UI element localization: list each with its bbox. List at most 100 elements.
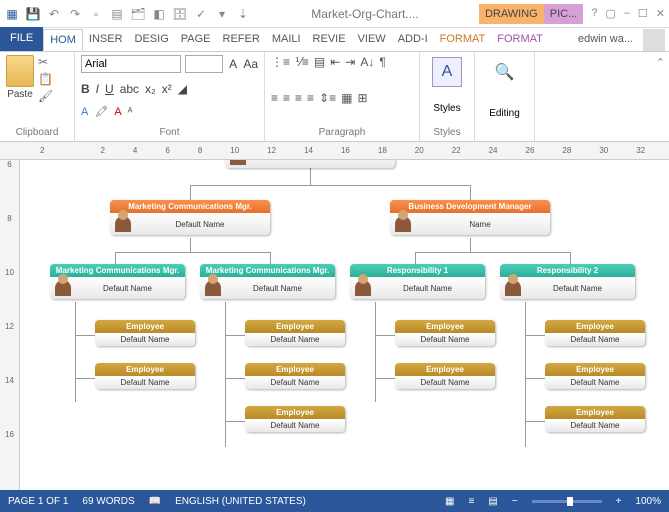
page-layout-tab[interactable]: PAGE bbox=[175, 29, 217, 51]
font-name-input[interactable] bbox=[81, 55, 181, 73]
horizontal-ruler[interactable]: 224681012141618202224262830323436384042 bbox=[0, 142, 669, 160]
org-node[interactable]: Marketing Communications Mgr. Default Na… bbox=[50, 264, 185, 299]
format-painter-icon[interactable]: 🖌 bbox=[38, 89, 53, 103]
bullets-icon[interactable]: ⋮≡ bbox=[271, 55, 290, 69]
sort-icon[interactable]: A↓ bbox=[360, 55, 374, 69]
cut-icon[interactable]: ✂ bbox=[38, 55, 53, 69]
text-effects-icon[interactable]: A bbox=[81, 106, 88, 118]
align-right-icon[interactable]: ≡ bbox=[295, 91, 302, 105]
font-size-input[interactable] bbox=[185, 55, 223, 73]
qat-icon[interactable]: 🗂 bbox=[130, 6, 146, 22]
numbering-icon[interactable]: ⅟≡ bbox=[295, 55, 309, 69]
maximize-icon[interactable]: ☐ bbox=[638, 7, 648, 20]
save-icon[interactable]: 💾 bbox=[25, 6, 41, 22]
qat-more-icon[interactable]: ⇣ bbox=[235, 6, 251, 22]
web-layout-icon[interactable]: ▤ bbox=[488, 496, 497, 507]
shrink-font-icon[interactable]: ᴬ bbox=[128, 106, 133, 118]
underline-button[interactable]: U bbox=[105, 82, 114, 96]
ribbon-options-icon[interactable]: ▢ bbox=[605, 7, 615, 20]
collapse-ribbon-icon[interactable]: ⌃ bbox=[535, 52, 669, 141]
mailings-tab[interactable]: MAILI bbox=[266, 29, 307, 51]
file-tab[interactable]: FILE bbox=[0, 27, 43, 51]
superscript-button[interactable]: x² bbox=[162, 82, 172, 96]
document-page[interactable]: Default Name Marketing Communications Mg… bbox=[20, 160, 669, 490]
zoom-in-icon[interactable]: + bbox=[616, 496, 622, 507]
org-node-employee[interactable]: Employee Default Name bbox=[395, 363, 495, 389]
review-tab[interactable]: REVIE bbox=[307, 29, 352, 51]
org-node-employee[interactable]: Employee Default Name bbox=[245, 363, 345, 389]
org-node-employee[interactable]: Employee Default Name bbox=[545, 363, 645, 389]
design-tab[interactable]: DESIG bbox=[129, 29, 175, 51]
format-drawing-tab[interactable]: FORMAT bbox=[434, 29, 492, 51]
org-node-top[interactable]: Default Name bbox=[225, 160, 395, 168]
close-icon[interactable]: ✕ bbox=[656, 7, 665, 20]
qat-icon[interactable]: 🗄 bbox=[172, 6, 188, 22]
page-count[interactable]: PAGE 1 OF 1 bbox=[8, 496, 68, 507]
zoom-slider[interactable] bbox=[532, 500, 602, 503]
insert-tab[interactable]: INSER bbox=[83, 29, 129, 51]
paste-button[interactable]: Paste bbox=[6, 55, 34, 103]
references-tab[interactable]: REFER bbox=[217, 29, 266, 51]
qat-icon[interactable]: ◧ bbox=[151, 6, 167, 22]
org-node-employee[interactable]: Employee Default Name bbox=[245, 406, 345, 432]
org-node-employee[interactable]: Employee Default Name bbox=[245, 320, 345, 346]
user-avatar[interactable] bbox=[643, 29, 665, 51]
justify-icon[interactable]: ≡ bbox=[307, 91, 314, 105]
qat-icon[interactable]: ▫ bbox=[88, 6, 104, 22]
align-center-icon[interactable]: ≡ bbox=[283, 91, 290, 105]
undo-icon[interactable]: ↶ bbox=[46, 6, 62, 22]
borders-icon[interactable]: ⊞ bbox=[357, 91, 367, 105]
increase-indent-icon[interactable]: ⇥ bbox=[345, 55, 355, 69]
grow-font-icon[interactable]: A bbox=[227, 55, 239, 73]
addins-tab[interactable]: ADD-I bbox=[392, 29, 434, 51]
home-tab[interactable]: HOM bbox=[43, 29, 83, 51]
word-count[interactable]: 69 WORDS bbox=[82, 496, 134, 507]
picture-tools-tab[interactable]: PIC... bbox=[544, 4, 584, 24]
line-spacing-icon[interactable]: ⇕≡ bbox=[319, 91, 336, 105]
zoom-level[interactable]: 100% bbox=[635, 496, 661, 507]
print-layout-icon[interactable]: ≡ bbox=[468, 496, 474, 507]
org-node[interactable]: Responsibility 2 Default Name bbox=[500, 264, 635, 299]
org-node-employee[interactable]: Employee Default Name bbox=[545, 406, 645, 432]
highlight-icon[interactable]: 🖍 bbox=[94, 105, 108, 118]
org-node-employee[interactable]: Employee Default Name bbox=[95, 363, 195, 389]
vertical-ruler[interactable]: 6810121416 bbox=[0, 160, 20, 490]
clear-format-icon[interactable]: ◢ bbox=[178, 82, 187, 96]
drawing-tools-tab[interactable]: DRAWING bbox=[479, 4, 544, 24]
italic-button[interactable]: I bbox=[96, 82, 99, 96]
bold-button[interactable]: B bbox=[81, 82, 90, 96]
org-node-employee[interactable]: Employee Default Name bbox=[395, 320, 495, 346]
read-mode-icon[interactable]: ▦ bbox=[445, 496, 454, 507]
org-node[interactable]: Marketing Communications Mgr. Default Na… bbox=[110, 200, 270, 235]
qat-icon[interactable]: ✓ bbox=[193, 6, 209, 22]
shading-icon[interactable]: ▦ bbox=[341, 91, 352, 105]
styles-icon[interactable]: A bbox=[432, 57, 462, 87]
help-icon[interactable]: ? bbox=[591, 7, 597, 20]
qat-icon[interactable]: ▤ bbox=[109, 6, 125, 22]
copy-icon[interactable]: 📋 bbox=[38, 72, 53, 86]
redo-icon[interactable]: ↷ bbox=[67, 6, 83, 22]
org-node-employee[interactable]: Employee Default Name bbox=[95, 320, 195, 346]
user-name[interactable]: edwin wa... bbox=[572, 29, 639, 51]
minimize-icon[interactable]: – bbox=[624, 7, 630, 20]
org-node[interactable]: Responsibility 1 Default Name bbox=[350, 264, 485, 299]
spell-check-icon[interactable]: 📖 bbox=[149, 496, 161, 507]
zoom-out-icon[interactable]: − bbox=[512, 496, 518, 507]
qat-icon[interactable]: ▾ bbox=[214, 6, 230, 22]
subscript-button[interactable]: x₂ bbox=[145, 82, 156, 96]
font-color-icon[interactable]: A bbox=[114, 106, 121, 118]
org-node[interactable]: Business Development Manager Name bbox=[390, 200, 550, 235]
align-left-icon[interactable]: ≡ bbox=[271, 91, 278, 105]
font-group: A Aa B I U abc x₂ x² ◢ A 🖍 A ᴬ Font bbox=[75, 52, 265, 141]
org-node-employee[interactable]: Employee Default Name bbox=[545, 320, 645, 346]
strikethrough-button[interactable]: abc bbox=[120, 82, 139, 96]
org-node[interactable]: Marketing Communications Mgr. Default Na… bbox=[200, 264, 335, 299]
format-picture-tab[interactable]: FORMAT bbox=[491, 29, 549, 51]
language[interactable]: ENGLISH (UNITED STATES) bbox=[175, 496, 306, 507]
find-icon[interactable]: 🔍 bbox=[490, 57, 520, 87]
show-marks-icon[interactable]: ¶ bbox=[379, 55, 385, 69]
change-case-icon[interactable]: Aa bbox=[243, 55, 258, 73]
decrease-indent-icon[interactable]: ⇤ bbox=[330, 55, 340, 69]
view-tab[interactable]: VIEW bbox=[352, 29, 392, 51]
multilevel-icon[interactable]: ▤ bbox=[314, 55, 325, 69]
